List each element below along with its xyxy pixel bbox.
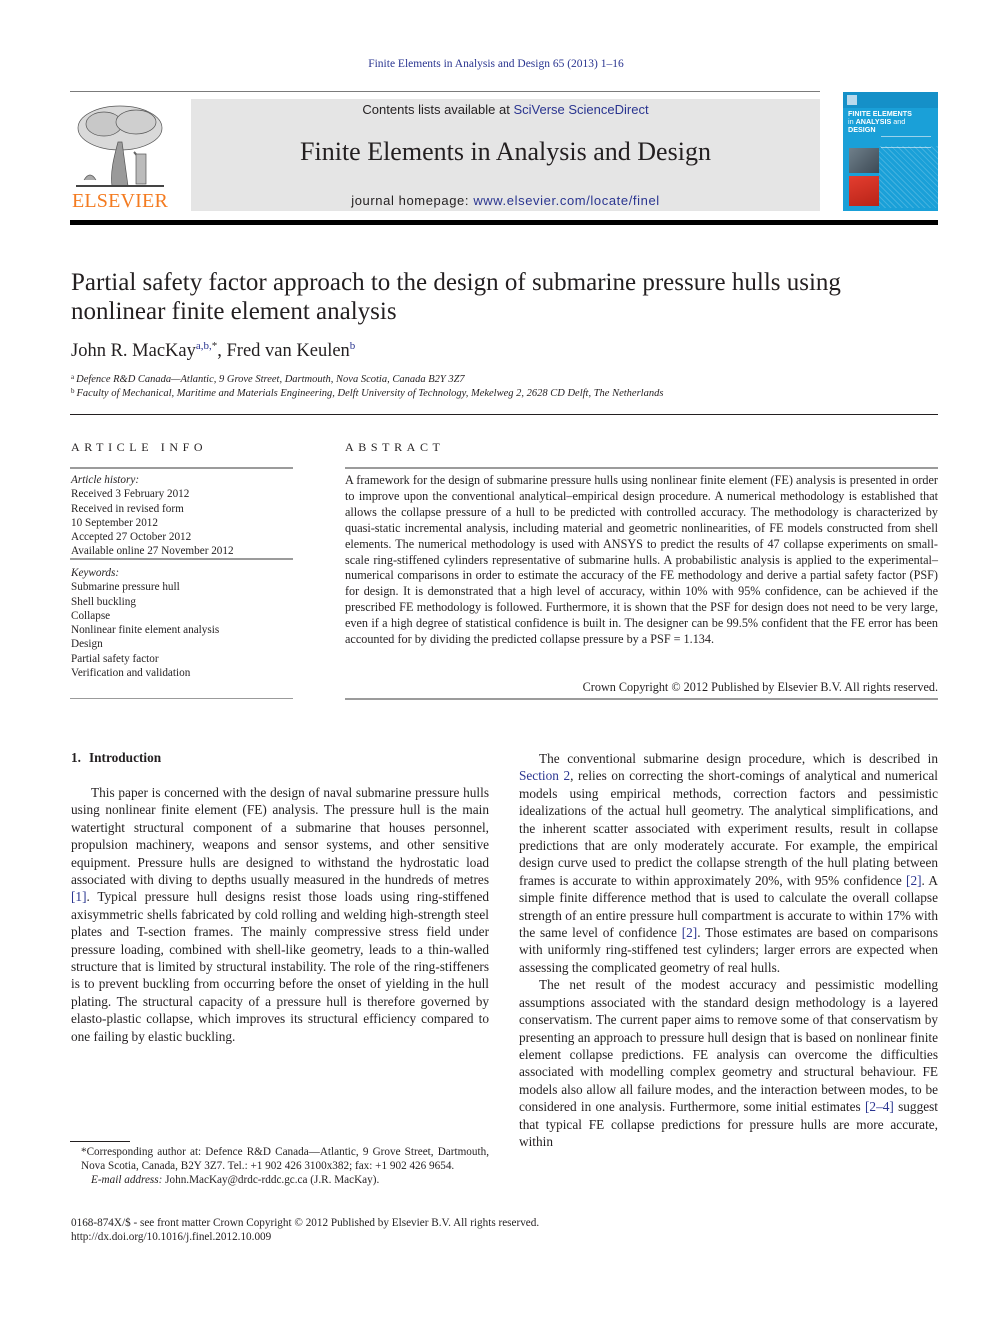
article-info-heading: ARTICLE INFO: [71, 440, 208, 454]
footnote-text: Corresponding author at: Defence R&D Can…: [81, 1146, 489, 1173]
footnote-email: E-mail address: John.MacKay@drdc-rddc.gc…: [71, 1173, 489, 1187]
cover-mesh-pattern: [879, 146, 938, 208]
affiliation: b Faculty of Mechanical, Maritime and Mat…: [71, 387, 663, 399]
affiliation-text: Defence R&D Canada—Atlantic, 9 Grove Str…: [76, 374, 465, 385]
elsevier-tree-icon: [74, 102, 166, 190]
keywords-label: Keywords:: [71, 567, 120, 579]
journal-homepage-link[interactable]: www.elsevier.com/locate/finel: [473, 193, 659, 208]
section-number: 1.: [71, 750, 81, 765]
cover-and: and: [891, 117, 906, 126]
doi-link[interactable]: http://dx.doi.org/10.1016/j.finel.2012.1…: [71, 1230, 539, 1244]
email-label: E-mail address:: [91, 1174, 163, 1187]
corresponding-author-footnote: *Corresponding author at: Defence R&D Ca…: [71, 1145, 489, 1188]
abstract-rule: [345, 467, 938, 469]
journal-title: Finite Elements in Analysis and Design: [300, 137, 711, 166]
history-item: Received in revised form: [71, 502, 184, 515]
journal-masthead: Contents lists available at SciVerse Sci…: [191, 99, 820, 211]
contents-prefix: Contents lists available at: [362, 102, 514, 117]
article-history: Article history: Received 3 February 201…: [71, 473, 234, 559]
cover-image-gray: [849, 148, 879, 173]
affiliation-key: b: [71, 387, 75, 395]
abstract-text: A framework for the design of submarine …: [345, 473, 938, 647]
running-head[interactable]: Finite Elements in Analysis and Design 6…: [0, 58, 992, 70]
front-matter: 0168-874X/$ - see front matter Crown Cop…: [71, 1216, 539, 1244]
keyword-item: Collapse: [71, 609, 111, 622]
author-name: Fred van Keulen: [226, 341, 350, 361]
author-affiliation-link[interactable]: b: [350, 340, 356, 352]
citation-link[interactable]: [2–4]: [865, 1099, 894, 1114]
author-list: John R. MacKaya,b,*, Fred van Keulenb: [71, 340, 355, 362]
paragraph-text: , relies on correcting the short-comings…: [519, 768, 938, 888]
cover-title-line3: DESIGN: [848, 125, 876, 134]
paragraph-text: The conventional submarine design proced…: [539, 751, 938, 766]
history-item: Received 3 February 2012: [71, 488, 190, 501]
abstract-bottom-rule: [345, 698, 938, 700]
paragraph-text: . Typical pressure hull designs resist t…: [71, 889, 489, 1044]
contents-line: Contents lists available at SciVerse Sci…: [191, 102, 820, 117]
history-item: Accepted 27 October 2012: [71, 531, 192, 544]
history-item: 10 September 2012: [71, 516, 158, 529]
homepage-line: journal homepage: www.elsevier.com/locat…: [191, 193, 820, 208]
body-column-right: The conventional submarine design proced…: [519, 750, 938, 1150]
abstract-copyright: Crown Copyright © 2012 Published by Else…: [582, 680, 938, 694]
cover-title: FINITE ELEMENTS in ANALYSIS and DESIGN: [848, 110, 912, 134]
keyword-item: Verification and validation: [71, 667, 191, 680]
author-name: John R. MacKay: [71, 341, 196, 361]
section-link[interactable]: Section 2: [519, 768, 570, 783]
article-info-rule: [70, 467, 293, 469]
email-address[interactable]: John.MacKay@drdc-rddc.gc.ca (J.R. MacKay…: [162, 1174, 379, 1186]
history-keywords-rule: [70, 558, 293, 560]
paragraph-text: This paper is concerned with the design …: [71, 785, 489, 888]
paragraph-text: The net result of the modest accuracy an…: [519, 977, 938, 1115]
keyword-item: Partial safety factor: [71, 652, 159, 665]
issn-line: 0168-874X/$ - see front matter Crown Cop…: [71, 1217, 540, 1229]
author-affiliation-link[interactable]: a,b,: [196, 340, 212, 352]
cover-image-red: [849, 176, 879, 206]
section-title: Introduction: [88, 750, 162, 765]
sciencedirect-link[interactable]: SciVerse ScienceDirect: [513, 102, 648, 117]
header-rule: [70, 91, 820, 92]
article-info-bottom-rule: [70, 698, 293, 699]
keyword-item: Shell buckling: [71, 595, 136, 608]
affiliation: a Defence R&D Canada—Atlantic, 9 Grove St…: [71, 373, 465, 385]
history-item: Available online 27 November 2012: [71, 545, 234, 558]
section-heading: 1. Introduction: [71, 750, 161, 766]
affiliation-key: a: [71, 373, 75, 381]
citation-link[interactable]: [1]: [71, 889, 87, 904]
footnote-rule: [70, 1141, 130, 1142]
keyword-item: Submarine pressure hull: [71, 581, 180, 594]
abstract-heading: ABSTRACT: [345, 440, 445, 454]
keyword-item: Design: [71, 638, 103, 651]
keyword-item: Nonlinear finite element analysis: [71, 624, 220, 637]
paragraph: The conventional submarine design proced…: [519, 750, 938, 976]
masthead-thick-rule: [70, 220, 938, 225]
paragraph: The net result of the modest accuracy an…: [519, 976, 938, 1150]
author-separator: ,: [217, 341, 227, 361]
affiliation-text: Faculty of Mechanical, Maritime and Mate…: [76, 388, 664, 399]
article-title: Partial safety factor approach to the de…: [71, 268, 941, 326]
elsevier-wordmark: ELSEVIER: [71, 190, 169, 212]
cover-publisher-icon: [847, 95, 857, 105]
journal-cover-thumbnail[interactable]: FINITE ELEMENTS in ANALYSIS and DESIGN: [843, 92, 938, 211]
body-column-left: This paper is concerned with the design …: [71, 784, 489, 1045]
article-title-line1: Partial safety factor approach to the de…: [71, 269, 841, 296]
paragraph: This paper is concerned with the design …: [71, 784, 489, 1045]
footnote-corresponding: *Corresponding author at: Defence R&D Ca…: [71, 1145, 489, 1173]
cover-header-band: [843, 92, 938, 108]
citation-link[interactable]: [2]: [906, 873, 922, 888]
keywords: Keywords: Submarine pressure hull Shell …: [71, 566, 219, 680]
title-block-rule: [70, 414, 938, 415]
citation-link[interactable]: [2]: [682, 925, 698, 940]
history-label: Article history:: [71, 474, 140, 486]
article-title-line2: nonlinear finite element analysis: [71, 298, 397, 325]
homepage-prefix: journal homepage:: [351, 193, 474, 208]
elsevier-logo[interactable]: ELSEVIER: [68, 98, 172, 214]
